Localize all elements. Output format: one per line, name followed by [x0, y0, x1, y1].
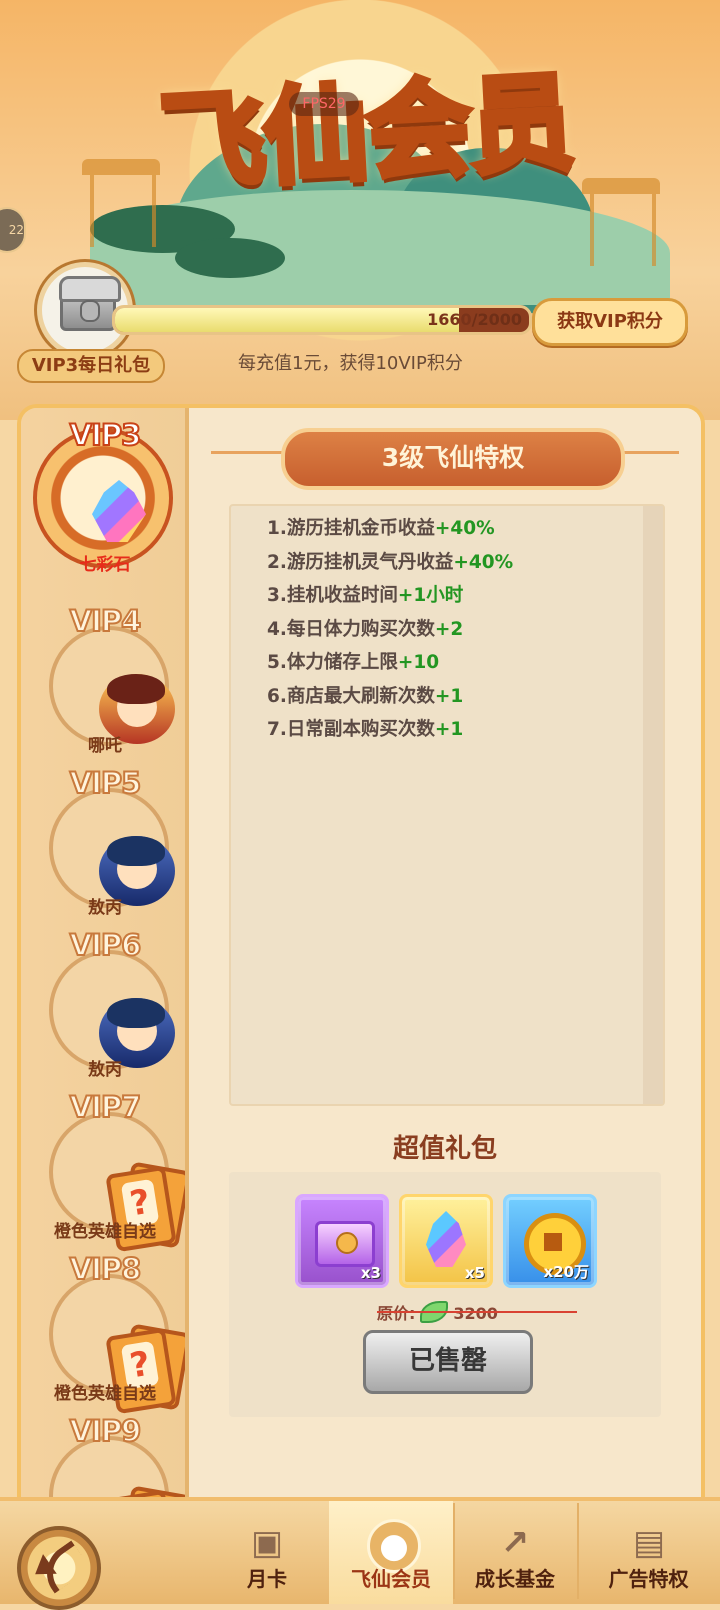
- privilege-item: 7.日常副本购买次数+1: [231, 715, 641, 749]
- tab-ad-privilege[interactable]: ▤ 广告特权: [577, 1501, 720, 1604]
- vip-level-label: VIP9: [69, 1413, 143, 1449]
- vip-level-label: VIP7: [69, 1089, 143, 1125]
- privilege-list: 1.游历挂机金币收益+40% 2.游历挂机灵气丹收益+40% 3.挂机收益时间+…: [231, 514, 641, 749]
- vip-level-item[interactable]: VIP8 橙色英雄自选: [21, 1251, 192, 1415]
- vip-main-panel: VIP3 七彩石 VIP4 哪吒 VIP5 敖丙 VIP6 敖丙 VIP7 橙色…: [17, 404, 705, 1512]
- vip-reward-name: 七彩石: [79, 555, 131, 575]
- ad-card-icon: ▤: [632, 1523, 666, 1563]
- privilege-item: 3.挂机收益时间+1小时: [231, 581, 641, 615]
- vip-level-sidebar[interactable]: VIP3 七彩石 VIP4 哪吒 VIP5 敖丙 VIP6 敖丙 VIP7 橙色…: [21, 408, 192, 1508]
- vip-medal: [49, 626, 175, 746]
- vip-level-item[interactable]: VIP6 敖丙: [21, 927, 189, 1080]
- privilege-item: 4.每日体力购买次数+2: [231, 615, 641, 649]
- vip-reward-name: 哪吒: [88, 736, 122, 756]
- fps-counter: FPS29: [289, 92, 359, 116]
- treasure-chest-icon: [315, 1221, 375, 1267]
- get-vip-points-button[interactable]: 获取VIP积分: [532, 298, 688, 346]
- original-price: 原价: 3200: [377, 1300, 577, 1324]
- side-badge[interactable]: 22: [0, 207, 26, 253]
- privilege-bonus: +1小时: [397, 585, 464, 606]
- original-price-value: 3200: [453, 1304, 498, 1323]
- vip-level-item[interactable]: VIP7 橙色英雄自选: [21, 1089, 192, 1253]
- vip-level-label: VIP6: [69, 927, 143, 963]
- vip-progress-fill: [115, 308, 459, 332]
- vip-total-points: /2000: [471, 310, 522, 329]
- jade-leaf-currency-icon: [420, 1301, 449, 1323]
- privilege-scrollbar[interactable]: [643, 506, 663, 1104]
- daily-gift-label: VIP3每日礼包: [17, 349, 165, 383]
- vip-level-label: VIP3: [69, 417, 143, 453]
- growth-chart-icon: ↗: [500, 1523, 530, 1563]
- privilege-text: 1.游历挂机金币收益: [267, 518, 435, 539]
- privilege-item: 5.体力储存上限+10: [231, 648, 641, 682]
- back-button[interactable]: [17, 1526, 101, 1610]
- privilege-text: 6.商店最大刷新次数: [267, 685, 435, 707]
- tab-label: 广告特权: [608, 1567, 689, 1591]
- privilege-bonus: +40%: [434, 518, 495, 539]
- tab-label: 成长基金: [475, 1567, 555, 1591]
- rainbow-crystal-icon: [92, 480, 146, 542]
- privilege-bonus: +10: [397, 652, 440, 673]
- vip-reward-name: 橙色英雄自选: [54, 1222, 156, 1242]
- privilege-text: 4.每日体力购买次数: [267, 618, 435, 640]
- privilege-text: 3.挂机收益时间: [267, 585, 398, 606]
- rainbow-crystal-icon: [426, 1211, 466, 1267]
- privilege-bonus: +2: [434, 618, 464, 640]
- privilege-list-box: 1.游历挂机金币收益+40% 2.游历挂机灵气丹收益+40% 3.挂机收益时间+…: [229, 504, 665, 1106]
- sold-out-button[interactable]: 已售罄: [363, 1330, 533, 1394]
- vip-medal: [49, 788, 175, 908]
- tab-feixian-vip[interactable]: ● 飞仙会员: [329, 1501, 455, 1604]
- reward-item[interactable]: x20万: [503, 1194, 597, 1288]
- vip-level-item[interactable]: VIP3 七彩石: [21, 417, 189, 575]
- recharge-hint: 每充值1元，获得10VIP积分: [238, 353, 463, 374]
- privilege-text: 7.日常副本购买次数: [267, 719, 435, 740]
- vip-medal: [49, 950, 175, 1070]
- silver-chest-icon: [59, 276, 121, 331]
- gift-pack-title: 超值礼包: [392, 1134, 497, 1164]
- gift-pack-area: x3 x5 x20万 原价: 3200 已售罄: [229, 1172, 661, 1417]
- vip-progress-text: 1660/2000: [416, 307, 522, 333]
- reward-item[interactable]: x5: [399, 1194, 493, 1288]
- tab-label: 飞仙会员: [351, 1567, 431, 1591]
- bottom-navigation: ▣ 月卡 ● 飞仙会员 ↗ 成长基金 ▤ 广告特权: [0, 1497, 720, 1610]
- vip-level-label: VIP4: [69, 603, 143, 639]
- privilege-item: 6.商店最大刷新次数+1: [231, 682, 641, 716]
- reward-count: x3: [360, 1264, 381, 1282]
- original-price-label: 原价:: [377, 1304, 416, 1323]
- vip-reward-name: 敖丙: [88, 1060, 122, 1080]
- vip-level-label: VIP8: [69, 1251, 143, 1287]
- vip-medal: [49, 1274, 192, 1415]
- vip-reward-name: 敖丙: [88, 898, 122, 918]
- reward-item[interactable]: x3: [295, 1194, 389, 1288]
- vip-level-item[interactable]: VIP5 敖丙: [21, 765, 189, 918]
- privilege-text: 5.体力储存上限: [267, 652, 398, 673]
- vip-reward-name: 橙色英雄自选: [54, 1384, 156, 1404]
- vip-header-banner: 飞仙会员 FPS29 22 VIP3每日礼包 1660/2000 获取VIP积分…: [0, 0, 720, 420]
- privilege-text: 2.游历挂机灵气丹收益: [267, 551, 454, 573]
- month-card-icon: ▣: [250, 1523, 284, 1563]
- pine-tree-decoration: [175, 238, 285, 278]
- tab-month-card[interactable]: ▣ 月卡: [205, 1501, 331, 1604]
- privilege-bonus: +40%: [453, 551, 514, 573]
- privilege-title: 3级飞仙特权: [281, 428, 625, 490]
- privilege-item: 2.游历挂机灵气丹收益+40%: [231, 548, 641, 582]
- vip-level-label: VIP5: [69, 765, 143, 801]
- back-arrow-icon: [35, 1540, 91, 1594]
- tab-growth-fund[interactable]: ↗ 成长基金: [453, 1501, 579, 1604]
- page-title: 飞仙会员: [154, 56, 578, 207]
- privilege-item: 1.游历挂机金币收益+40%: [231, 514, 641, 548]
- vip-current-points: 1660: [427, 310, 472, 329]
- vip-medal: [49, 1112, 192, 1253]
- pavilion-decoration: [582, 178, 660, 266]
- reward-count: x20万: [543, 1263, 589, 1281]
- reward-count: x5: [464, 1264, 485, 1282]
- privilege-content: 3级飞仙特权 1.游历挂机金币收益+40% 2.游历挂机灵气丹收益+40% 3.…: [189, 408, 701, 1508]
- privilege-bonus: +1: [434, 685, 464, 707]
- tab-label: 月卡: [247, 1567, 287, 1591]
- privilege-bonus: +1: [434, 719, 464, 740]
- vip-level-item[interactable]: VIP4 哪吒: [21, 603, 189, 756]
